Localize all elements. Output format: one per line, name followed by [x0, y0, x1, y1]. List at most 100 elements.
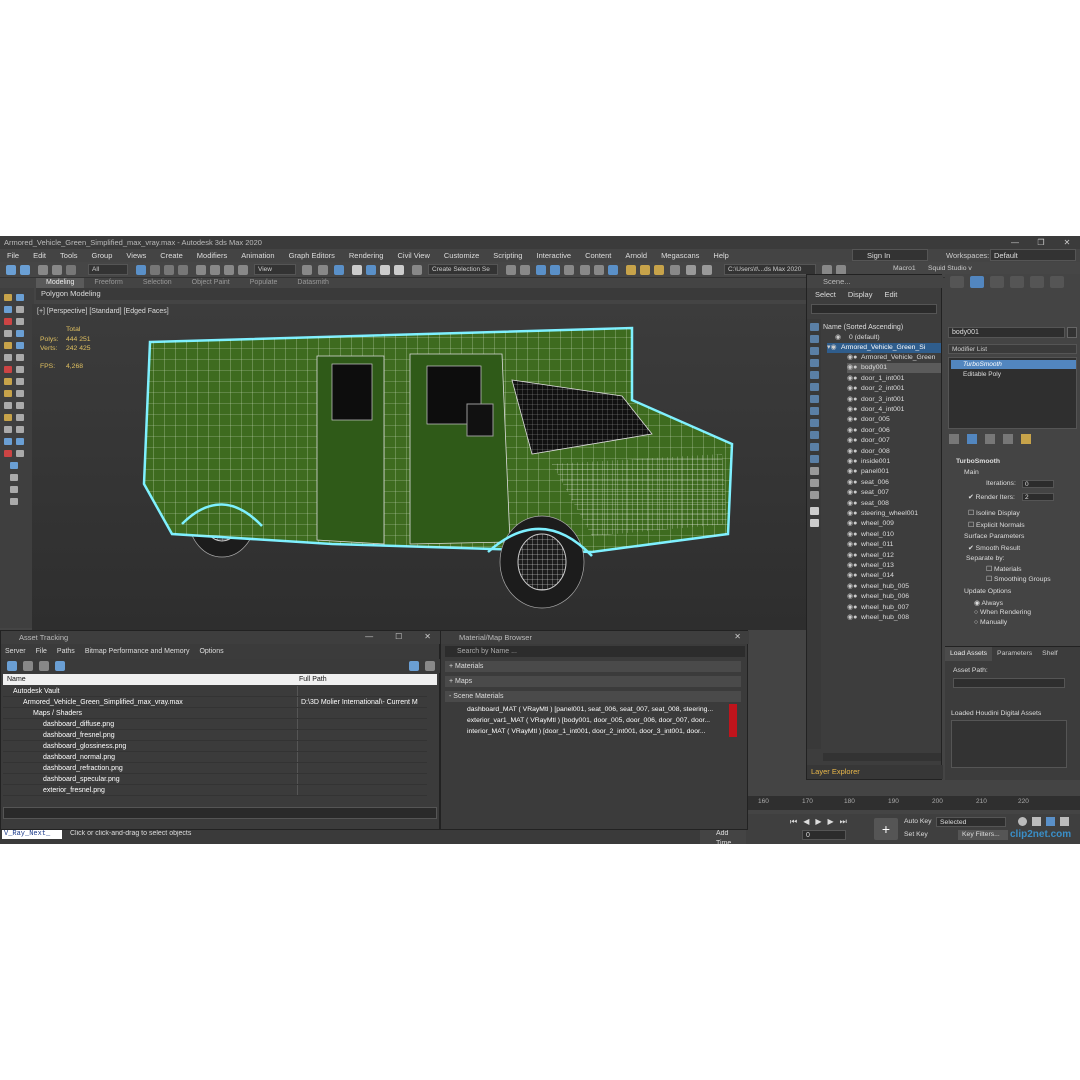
eye-icon[interactable]: ▾◉ — [827, 343, 841, 353]
scene-item[interactable]: ◉● panel001 — [847, 467, 941, 477]
scene-explorer-title[interactable]: Scene... — [807, 275, 943, 288]
scene-item[interactable]: ◉● seat_006 — [847, 478, 941, 488]
eye-icon[interactable]: ◉● — [847, 551, 861, 561]
menu-help[interactable]: Help — [706, 249, 735, 262]
scene-item[interactable]: ◉● wheel_012 — [847, 551, 941, 561]
eye-icon[interactable]: ◉● — [847, 426, 861, 436]
eye-icon[interactable]: ◉ — [835, 333, 849, 343]
material-browser-title[interactable]: Material/Map Browser — [441, 631, 749, 644]
extrude-icon[interactable] — [10, 474, 18, 481]
section-scene-materials[interactable]: - Scene Materials — [445, 691, 741, 702]
filter-bones-icon[interactable] — [810, 419, 819, 427]
materials-checkbox[interactable]: ☐ Materials — [986, 565, 1022, 573]
select-object-icon[interactable] — [136, 265, 146, 275]
scene-item[interactable]: ◉● door_3_int001 — [847, 395, 941, 405]
previous-frame-icon[interactable]: ◀ — [803, 817, 809, 827]
render-iters-spinner[interactable]: 2 — [1022, 493, 1054, 501]
rectangular-selection-icon[interactable] — [164, 265, 174, 275]
eye-icon[interactable]: ◉● — [847, 571, 861, 581]
menu-customize[interactable]: Customize — [437, 249, 486, 262]
rotate-icon[interactable] — [210, 265, 220, 275]
pin-stack-icon[interactable] — [949, 434, 959, 444]
menu-megascans[interactable]: Megascans — [654, 249, 706, 262]
eye-icon[interactable]: ◉● — [847, 405, 861, 415]
project-folder-icon[interactable] — [686, 265, 696, 275]
menu-interactive[interactable]: Interactive — [529, 249, 578, 262]
table-view-icon[interactable] — [55, 661, 65, 671]
current-frame-field[interactable]: 0 — [802, 830, 846, 840]
filter-funnel-icon[interactable] — [810, 507, 819, 515]
scene-item[interactable]: ◉● steering_wheel001 — [847, 509, 941, 519]
redo-icon[interactable] — [20, 265, 30, 275]
bind-space-warp-icon[interactable] — [66, 265, 76, 275]
table-row[interactable]: Maps / Shaders — [3, 708, 427, 719]
sphere-icon[interactable] — [4, 378, 12, 385]
menu-create[interactable]: Create — [153, 249, 190, 262]
torus-icon[interactable] — [4, 402, 12, 409]
undo-icon[interactable] — [6, 265, 16, 275]
shape-icon[interactable] — [4, 366, 12, 373]
table-row[interactable]: dashboard_refraction.png — [3, 763, 427, 774]
scene-column-header[interactable]: Name (Sorted Ascending) — [823, 324, 903, 331]
move-icon[interactable] — [196, 265, 206, 275]
rollout-title[interactable]: TurboSmooth — [956, 458, 1000, 465]
angle-snap-icon[interactable] — [366, 265, 376, 275]
unlink-icon[interactable] — [52, 265, 62, 275]
teapot-icon[interactable] — [4, 414, 12, 421]
eye-icon[interactable]: ◉● — [847, 363, 861, 373]
plane-icon[interactable] — [16, 402, 24, 409]
modify-tab-icon[interactable] — [970, 276, 984, 288]
render-iters-checkbox[interactable]: ✔ Render Iters: — [968, 493, 1015, 501]
help-icon[interactable] — [409, 661, 419, 671]
close-icon[interactable]: ✕ — [1054, 236, 1080, 249]
select-tool-icon[interactable] — [4, 330, 12, 337]
utilities-tab-icon[interactable] — [1050, 276, 1064, 288]
menu-content[interactable]: Content — [578, 249, 618, 262]
next-frame-icon[interactable]: ▶ — [828, 817, 834, 827]
detail-view-icon[interactable] — [39, 661, 49, 671]
filter-all-icon[interactable] — [810, 467, 819, 475]
eye-icon[interactable]: ◉● — [847, 488, 861, 498]
filter-groups-icon[interactable] — [810, 395, 819, 403]
project-path-dropdown[interactable]: C:\Users\t\...ds Max 2020 — [724, 264, 816, 275]
selection-filter-dropdown[interactable]: All — [88, 264, 128, 275]
filter-shapes-icon[interactable] — [810, 335, 819, 343]
table-row[interactable]: dashboard_fresnel.png — [3, 730, 427, 741]
asset-menu-file[interactable]: File — [36, 646, 47, 657]
toggle-layer-explorer-icon[interactable] — [550, 265, 560, 275]
modify-icon[interactable] — [16, 294, 24, 301]
maximize-icon[interactable]: ❐ — [1028, 236, 1054, 249]
asset-menu-options[interactable]: Options — [199, 646, 223, 657]
eye-icon[interactable]: ◉● — [847, 519, 861, 529]
selected-dropdown[interactable]: Selected — [936, 817, 1006, 827]
bevel-icon[interactable] — [10, 486, 18, 493]
scene-item[interactable]: ◉● door_005 — [847, 415, 941, 425]
tab-selection[interactable]: Selection — [133, 278, 182, 288]
close-icon[interactable]: ✕ — [734, 632, 741, 641]
asset-menu-paths[interactable]: Paths — [57, 646, 75, 657]
filter-invert-icon[interactable] — [810, 491, 819, 499]
filter-hidden-icon[interactable] — [810, 455, 819, 463]
filter-xrefs-icon[interactable] — [810, 407, 819, 415]
refresh-icon[interactable] — [7, 661, 17, 671]
cone-icon[interactable] — [4, 390, 12, 397]
hierarchy-tab-icon[interactable] — [990, 276, 1004, 288]
squid-studio-label[interactable]: Squid Studio v — [928, 265, 972, 272]
hierarchy-icon[interactable] — [4, 306, 12, 313]
zoom-all-icon[interactable] — [1032, 817, 1041, 826]
light-icon[interactable] — [4, 342, 12, 349]
scene-item[interactable]: ◉● Armored_Vehicle_Green — [847, 353, 941, 363]
eye-icon[interactable]: ◉● — [847, 467, 861, 477]
menu-tools[interactable]: Tools — [53, 249, 85, 262]
tab-freeform[interactable]: Freeform — [84, 278, 132, 288]
scene-item[interactable]: ◉● door_007 — [847, 436, 941, 446]
eye-icon[interactable]: ◉● — [847, 395, 861, 405]
scale-icon[interactable] — [224, 265, 234, 275]
connect-icon[interactable] — [4, 450, 12, 457]
scene-item[interactable]: ◉● door_008 — [847, 447, 941, 457]
goto-start-icon[interactable]: ⏮ — [790, 817, 797, 827]
display-icon[interactable] — [4, 318, 12, 325]
table-row[interactable]: dashboard_diffuse.png — [3, 719, 427, 730]
render-in-cloud-icon[interactable] — [670, 265, 680, 275]
menu-scripting[interactable]: Scripting — [486, 249, 529, 262]
